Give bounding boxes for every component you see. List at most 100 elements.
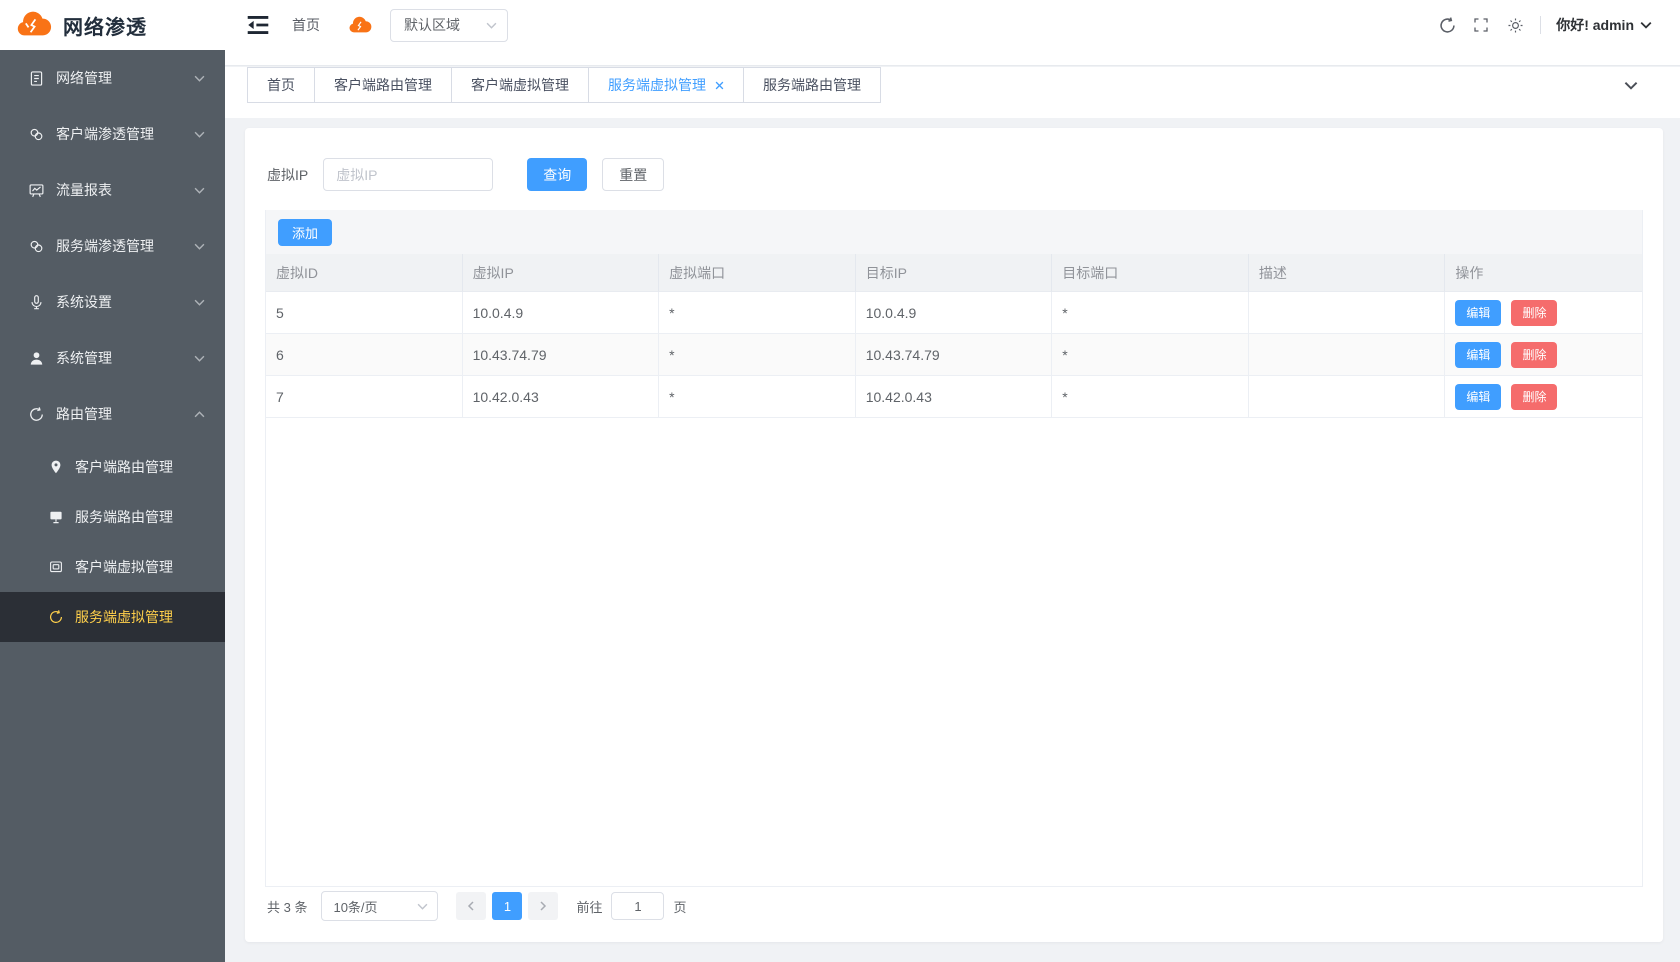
fullscreen-icon[interactable] [1471, 15, 1491, 35]
sidebar: 网络渗透 网络管理 客户端渗透管理 流量报表 服务端渗透管理 系统设置 [0, 0, 225, 962]
virtual-ip-input[interactable] [323, 158, 493, 191]
add-button[interactable]: 添加 [278, 219, 332, 246]
cell-virtual-id: 6 [266, 334, 463, 376]
query-button[interactable]: 查询 [527, 158, 587, 191]
sidebar-item-system-management[interactable]: 系统管理 [0, 330, 225, 386]
cell-virtual-id: 7 [266, 376, 463, 418]
tab-server-route-management[interactable]: 服务端路由管理 [744, 67, 881, 103]
delete-button[interactable]: 删除 [1511, 384, 1557, 410]
table-header-row: 虚拟ID 虚拟IP 虚拟端口 目标IP 目标端口 描述 操作 [266, 254, 1642, 292]
sidebar-item-system-settings[interactable]: 系统设置 [0, 274, 225, 330]
tab-server-virtual-management[interactable]: 服务端虚拟管理 [589, 67, 744, 103]
sidebar-item-client-virtual-management[interactable]: 客户端虚拟管理 [0, 542, 225, 592]
chevron-down-icon [194, 355, 205, 362]
chart-board-icon [28, 182, 45, 199]
sidebar-item-client-pentest-management[interactable]: 客户端渗透管理 [0, 106, 225, 162]
chevron-down-icon [194, 299, 205, 306]
header-cell-actions: 操作 [1445, 254, 1642, 292]
link-rings-icon [28, 126, 45, 143]
sidebar-item-server-pentest-management[interactable]: 服务端渗透管理 [0, 218, 225, 274]
top-header: 首页 默认区域 你好! admin [225, 0, 1680, 66]
cell-virtual-port: * [659, 292, 856, 334]
cell-actions: 编辑 删除 [1445, 376, 1642, 418]
pagination-total: 共 3 条 [267, 897, 307, 916]
chevron-up-icon [194, 411, 205, 418]
table-empty-space [266, 418, 1642, 886]
search-form: 虚拟IP 查询 重置 [267, 158, 1643, 191]
header-cell-virtual-id: 虚拟ID [266, 254, 463, 292]
tabs-bar: 首页 客户端路由管理 客户端虚拟管理 服务端虚拟管理 服务端路由管理 [225, 67, 1680, 118]
sidebar-menu: 网络管理 客户端渗透管理 流量报表 服务端渗透管理 系统设置 系统管理 [0, 50, 225, 642]
user-menu[interactable]: 你好! admin [1556, 15, 1652, 35]
refresh-icon[interactable] [1437, 15, 1457, 35]
sidebar-item-route-management[interactable]: 路由管理 [0, 386, 225, 442]
page-size-select[interactable]: 10条/页 [321, 891, 438, 921]
table-toolbar: 添加 [266, 210, 1642, 254]
sidebar-item-network-management[interactable]: 网络管理 [0, 50, 225, 106]
collapse-sidebar-icon[interactable] [245, 14, 271, 36]
document-icon [28, 70, 45, 87]
header-cell-target-port: 目标端口 [1052, 254, 1249, 292]
chevron-down-icon [194, 187, 205, 194]
region-select[interactable]: 默认区域 [390, 9, 508, 42]
tab-close-icon[interactable] [715, 81, 724, 90]
greeting-text: 你好! admin [1556, 15, 1634, 35]
sync-icon [48, 609, 64, 625]
brand-cloud-icon [12, 9, 54, 41]
chevron-down-icon [194, 243, 205, 250]
divider [1540, 16, 1541, 34]
sidebar-item-client-route-management[interactable]: 客户端路由管理 [0, 442, 225, 492]
refresh-icon [28, 406, 45, 423]
edit-button[interactable]: 编辑 [1455, 300, 1501, 326]
main-area: 虚拟IP 查询 重置 添加 虚拟ID 虚拟IP 虚拟端口 目标IP 目标端口 描… [225, 118, 1680, 962]
breadcrumb-home[interactable]: 首页 [292, 15, 320, 35]
next-page-button[interactable] [528, 892, 558, 920]
cell-actions: 编辑 删除 [1445, 292, 1642, 334]
table-row: 5 10.0.4.9 * 10.0.4.9 * 编辑 删除 [266, 292, 1642, 334]
link-rings-icon [28, 238, 45, 255]
content-card: 虚拟IP 查询 重置 添加 虚拟ID 虚拟IP 虚拟端口 目标IP 目标端口 描… [245, 128, 1663, 942]
tab-client-virtual-management[interactable]: 客户端虚拟管理 [452, 67, 589, 103]
cell-virtual-id: 5 [266, 292, 463, 334]
pagination: 共 3 条 10条/页 1 前往 页 [267, 890, 687, 922]
chevron-down-icon [194, 131, 205, 138]
cell-virtual-port: * [659, 334, 856, 376]
location-pin-icon [48, 459, 64, 475]
goto-label: 前往 [576, 897, 602, 916]
cloud-icon[interactable] [346, 15, 373, 36]
cell-virtual-ip: 10.0.4.9 [463, 292, 660, 334]
chevron-down-icon [194, 75, 205, 82]
tab-client-route-management[interactable]: 客户端路由管理 [315, 67, 452, 103]
goto-page-input[interactable] [611, 892, 664, 920]
edit-button[interactable]: 编辑 [1455, 384, 1501, 410]
cell-virtual-port: * [659, 376, 856, 418]
sidebar-item-server-virtual-management[interactable]: 服务端虚拟管理 [0, 592, 225, 642]
cell-target-port: * [1052, 376, 1249, 418]
delete-button[interactable]: 删除 [1511, 342, 1557, 368]
edit-button[interactable]: 编辑 [1455, 342, 1501, 368]
cell-actions: 编辑 删除 [1445, 334, 1642, 376]
tab-home[interactable]: 首页 [247, 67, 315, 103]
cell-description [1249, 292, 1446, 334]
cell-target-port: * [1052, 292, 1249, 334]
header-cell-virtual-port: 虚拟端口 [659, 254, 856, 292]
cell-target-ip: 10.43.74.79 [856, 334, 1053, 376]
app-title: 网络渗透 [63, 11, 147, 40]
cell-virtual-ip: 10.42.0.43 [463, 376, 660, 418]
theme-sun-icon[interactable] [1505, 15, 1525, 35]
cell-description [1249, 334, 1446, 376]
prev-page-button[interactable] [456, 892, 486, 920]
user-icon [28, 350, 45, 367]
microphone-icon [28, 294, 45, 311]
table-row: 7 10.42.0.43 * 10.42.0.43 * 编辑 删除 [266, 376, 1642, 418]
page-number-button[interactable]: 1 [492, 892, 522, 920]
tabs-dropdown-chevron-icon[interactable] [1624, 81, 1638, 90]
sidebar-item-traffic-report[interactable]: 流量报表 [0, 162, 225, 218]
delete-button[interactable]: 删除 [1511, 300, 1557, 326]
sidebar-item-server-route-management[interactable]: 服务端路由管理 [0, 492, 225, 542]
table-zone: 添加 虚拟ID 虚拟IP 虚拟端口 目标IP 目标端口 描述 操作 5 10.0… [265, 210, 1643, 887]
cell-target-ip: 10.0.4.9 [856, 292, 1053, 334]
reset-button[interactable]: 重置 [602, 158, 664, 191]
chevron-down-icon [417, 903, 428, 910]
cell-target-ip: 10.42.0.43 [856, 376, 1053, 418]
